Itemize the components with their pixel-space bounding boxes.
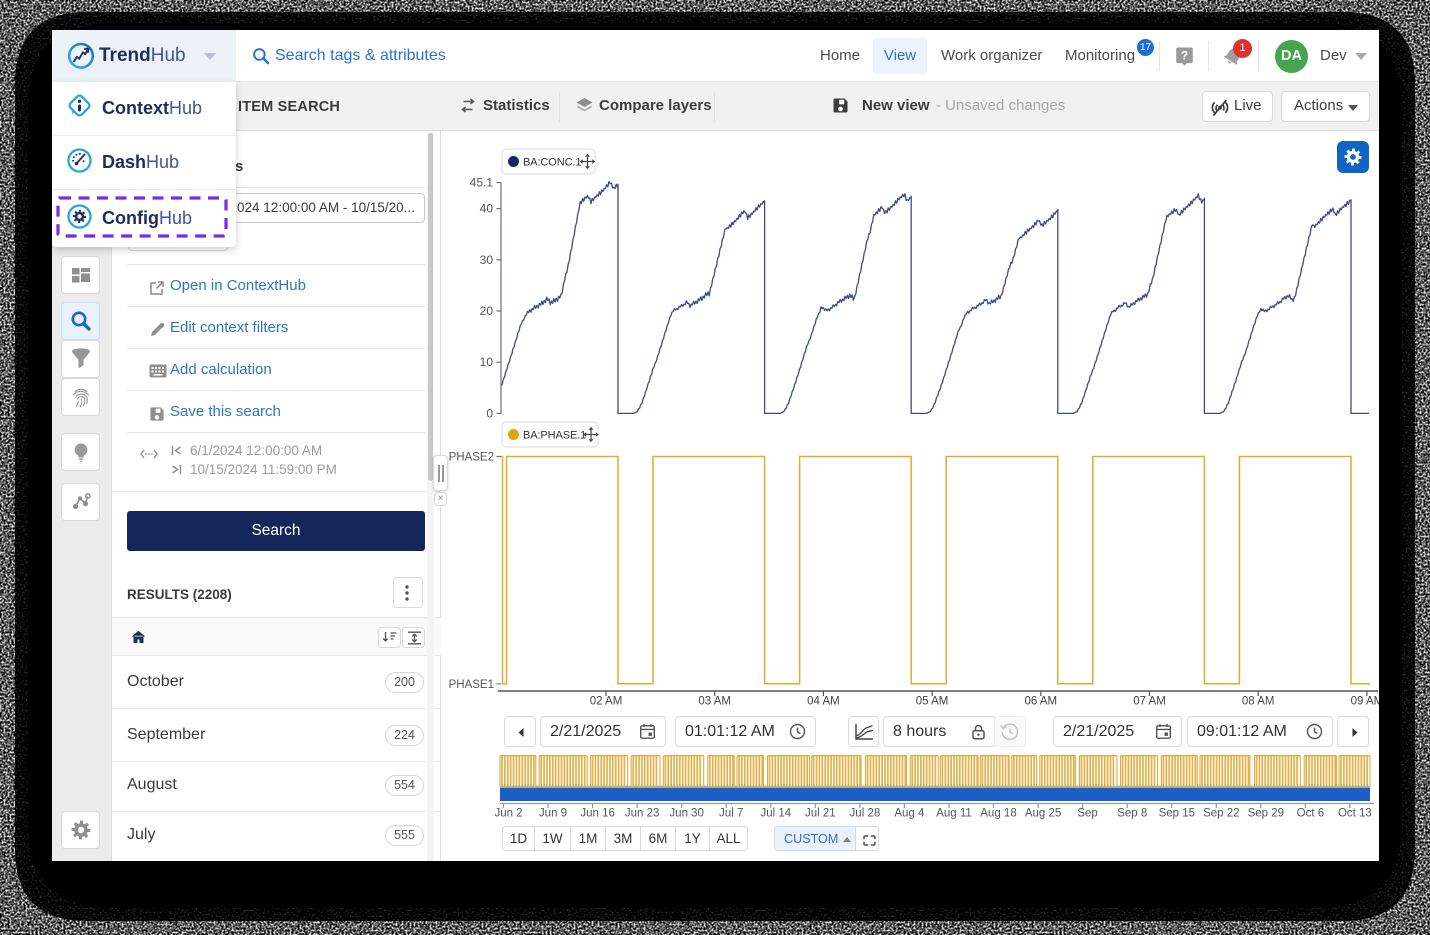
svg-text:Jun 16: Jun 16: [580, 808, 615, 820]
svg-text:BA:PHASE.1: BA:PHASE.1: [523, 430, 586, 442]
svg-text:04 AM: 04 AM: [807, 696, 840, 708]
svg-text:03 AM: 03 AM: [698, 696, 731, 708]
svg-text:Jul 21: Jul 21: [805, 808, 836, 820]
svg-text:Oct 6: Oct 6: [1297, 808, 1324, 820]
svg-text:Sep 8: Sep 8: [1117, 808, 1147, 820]
svg-text:Sep 22: Sep 22: [1203, 808, 1239, 820]
svg-text:Jun 30: Jun 30: [669, 808, 704, 820]
svg-text:08 AM: 08 AM: [1242, 696, 1275, 708]
svg-text:Sep: Sep: [1077, 808, 1097, 820]
svg-text:?: ?: [1181, 49, 1188, 63]
svg-text:07 AM: 07 AM: [1133, 696, 1166, 708]
svg-text:40: 40: [480, 202, 494, 216]
svg-text:45.1: 45.1: [470, 176, 494, 190]
svg-text:PHASE2: PHASE2: [449, 452, 494, 464]
svg-text:Aug 4: Aug 4: [894, 808, 925, 820]
svg-text:05 AM: 05 AM: [916, 696, 949, 708]
svg-text:Jun 9: Jun 9: [539, 808, 567, 820]
svg-text:0: 0: [486, 406, 493, 420]
svg-text:Oct 13: Oct 13: [1338, 808, 1372, 820]
svg-text:Aug 11: Aug 11: [936, 808, 972, 820]
svg-text:Jun 2: Jun 2: [494, 808, 522, 820]
svg-text:09 AM: 09 AM: [1351, 696, 1379, 708]
svg-text:Aug 18: Aug 18: [980, 808, 1016, 820]
svg-text:Jul 28: Jul 28: [850, 808, 881, 820]
svg-text:20: 20: [480, 304, 494, 318]
svg-text:PHASE1: PHASE1: [449, 679, 494, 691]
svg-text:02 AM: 02 AM: [590, 696, 623, 708]
svg-text:Aug 25: Aug 25: [1025, 808, 1061, 820]
svg-text:BA:CONC.1: BA:CONC.1: [523, 157, 581, 169]
svg-text:30: 30: [480, 253, 494, 267]
svg-text:Sep 15: Sep 15: [1159, 808, 1195, 820]
svg-text:Jul 14: Jul 14: [760, 808, 791, 820]
svg-text:10: 10: [480, 355, 494, 369]
svg-text:06 AM: 06 AM: [1024, 696, 1057, 708]
svg-text:Jun 23: Jun 23: [625, 808, 660, 820]
svg-text:Jul 7: Jul 7: [719, 808, 743, 820]
svg-text:Sep 29: Sep 29: [1248, 808, 1284, 820]
